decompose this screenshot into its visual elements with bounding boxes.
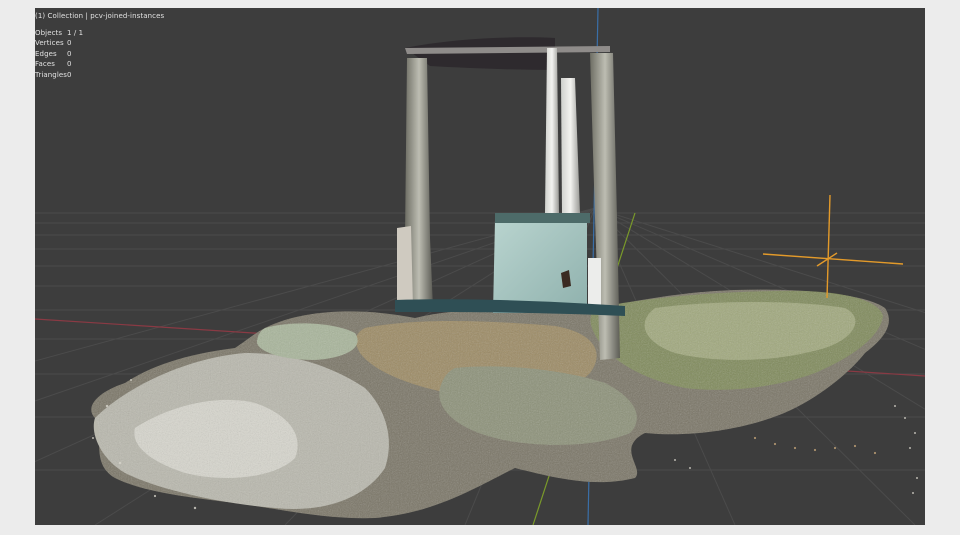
stat-label: Objects <box>35 28 63 37</box>
viewport-canvas[interactable] <box>35 8 925 525</box>
3d-viewport[interactable]: (1) Collection | pcv-joined-instances Ob… <box>35 8 925 525</box>
collection-header: (1) Collection | pcv-joined-instances <box>35 12 165 20</box>
viewport-text-overlay: (1) Collection | pcv-joined-instances Ob… <box>35 11 164 80</box>
point-cloud-structure <box>395 37 625 360</box>
stat-value: 0 <box>67 49 72 58</box>
stat-value: 0 <box>67 39 72 47</box>
stat-triangles: Triangles 0 <box>35 70 164 81</box>
stat-value: 1 / 1 <box>67 28 84 37</box>
screenshot-frame: (1) Collection | pcv-joined-instances Ob… <box>0 0 960 535</box>
stat-vertices: Vertices 0 <box>35 38 164 49</box>
stat-label: Vertices <box>35 39 64 47</box>
stat-label: Triangles <box>35 70 68 79</box>
stat-value: 0 <box>67 60 72 68</box>
stat-faces: Faces 0 <box>35 59 164 70</box>
stat-edges: Edges 0 <box>35 49 164 60</box>
3d-cursor[interactable] <box>762 194 904 299</box>
stat-value: 0 <box>67 70 72 79</box>
stat-label: Edges <box>35 49 57 58</box>
stat-label: Faces <box>35 60 55 68</box>
stat-objects: Objects 1 / 1 <box>35 28 164 39</box>
